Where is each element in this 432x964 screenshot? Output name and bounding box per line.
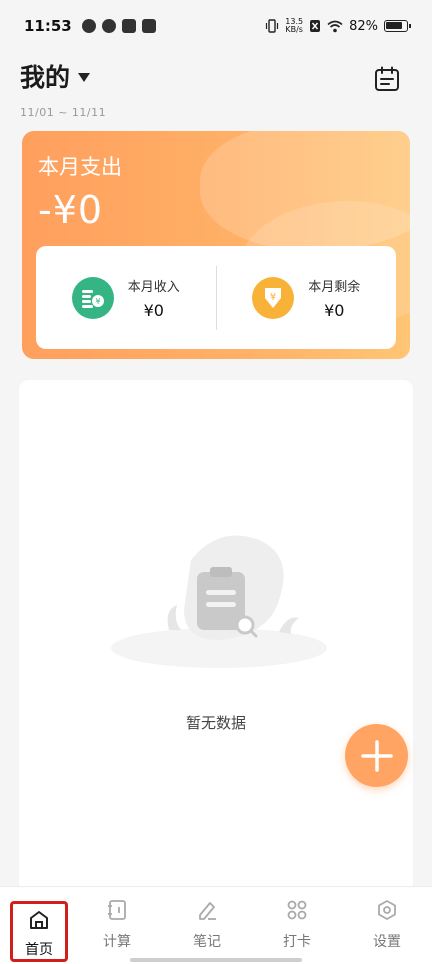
monthly-summary-card[interactable]: 本月支出 -¥0 ¥ 本月收入 ¥0 ¥ 本月剩余 ¥0 — [22, 131, 410, 359]
app-notification-icon — [101, 19, 116, 33]
status-right: 13.5 KB/s 82% — [265, 18, 411, 34]
home-indicator — [130, 958, 302, 962]
status-bar: 11:53 13.5 KB/s 82% — [0, 0, 432, 52]
net-speed: 13.5 KB/s — [285, 18, 303, 34]
income-texts: 本月收入 ¥0 — [128, 276, 180, 320]
income-section: ¥ 本月收入 ¥0 — [36, 246, 216, 349]
nav-label: 笔记 — [193, 934, 221, 950]
no-sim-icon — [310, 20, 321, 32]
nav-label: 首页 — [25, 942, 53, 958]
income-value: ¥0 — [143, 300, 164, 320]
net-speed-unit: KB/s — [285, 25, 303, 34]
mail-notification-icon — [141, 19, 156, 33]
balance-value: ¥0 — [324, 300, 345, 320]
nav-item-home[interactable]: 首页 — [10, 901, 68, 962]
date-range: 11/01 ~ 11/11 — [20, 106, 107, 119]
settings-icon — [378, 900, 396, 920]
income-coins-icon: ¥ — [71, 276, 114, 319]
home-icon — [30, 911, 48, 929]
balance-shield-icon: ¥ — [252, 276, 295, 319]
battery-icon — [384, 20, 411, 32]
plus-icon — [360, 739, 393, 772]
expense-value: -¥0 — [38, 188, 104, 232]
bottom-nav: 首页 计算 笔记 打卡 设置 — [0, 886, 432, 964]
balance-texts: 本月剩余 ¥0 — [308, 276, 360, 320]
wifi-icon — [327, 20, 343, 32]
grid-icon — [287, 900, 307, 920]
expense-label: 本月支出 — [38, 155, 122, 179]
nav-label: 计算 — [103, 934, 131, 950]
caret-down-icon — [78, 72, 91, 82]
calendar-icon[interactable] — [374, 66, 400, 92]
income-balance-panel: ¥ 本月收入 ¥0 ¥ 本月剩余 ¥0 — [36, 246, 396, 349]
nav-item-checkin[interactable]: 打卡 — [252, 887, 342, 964]
nav-label: 设置 — [373, 934, 401, 950]
add-record-button[interactable] — [345, 724, 408, 787]
nav-item-calculate[interactable]: 计算 — [72, 887, 162, 964]
balance-section: ¥ 本月剩余 ¥0 — [217, 246, 397, 349]
empty-clipboard-icon — [111, 535, 327, 668]
nav-label: 打卡 — [283, 934, 311, 950]
app-notification-icon — [81, 19, 96, 33]
balance-label: 本月剩余 — [308, 279, 361, 295]
battery-percent: 82% — [349, 18, 378, 34]
play-notification-icon — [121, 19, 136, 33]
book-selector[interactable]: 我的 — [20, 58, 412, 94]
nav-item-notes[interactable]: 笔记 — [162, 887, 252, 964]
nav-item-settings[interactable]: 设置 — [342, 887, 432, 964]
income-label: 本月收入 — [127, 279, 180, 295]
empty-state-text: 暂无数据 — [185, 714, 246, 732]
book-title: 我的 — [20, 63, 71, 92]
pen-icon — [199, 902, 216, 920]
status-time: 11:53 — [24, 17, 72, 35]
notebook-icon — [108, 900, 126, 920]
records-list-card: 暂无数据 — [19, 380, 413, 900]
svg-text:¥: ¥ — [95, 297, 100, 306]
svg-text:¥: ¥ — [270, 292, 276, 303]
vibrate-icon — [266, 19, 279, 33]
status-left: 11:53 — [24, 17, 156, 35]
header: 我的 11/01 ~ 11/11 — [20, 58, 412, 119]
